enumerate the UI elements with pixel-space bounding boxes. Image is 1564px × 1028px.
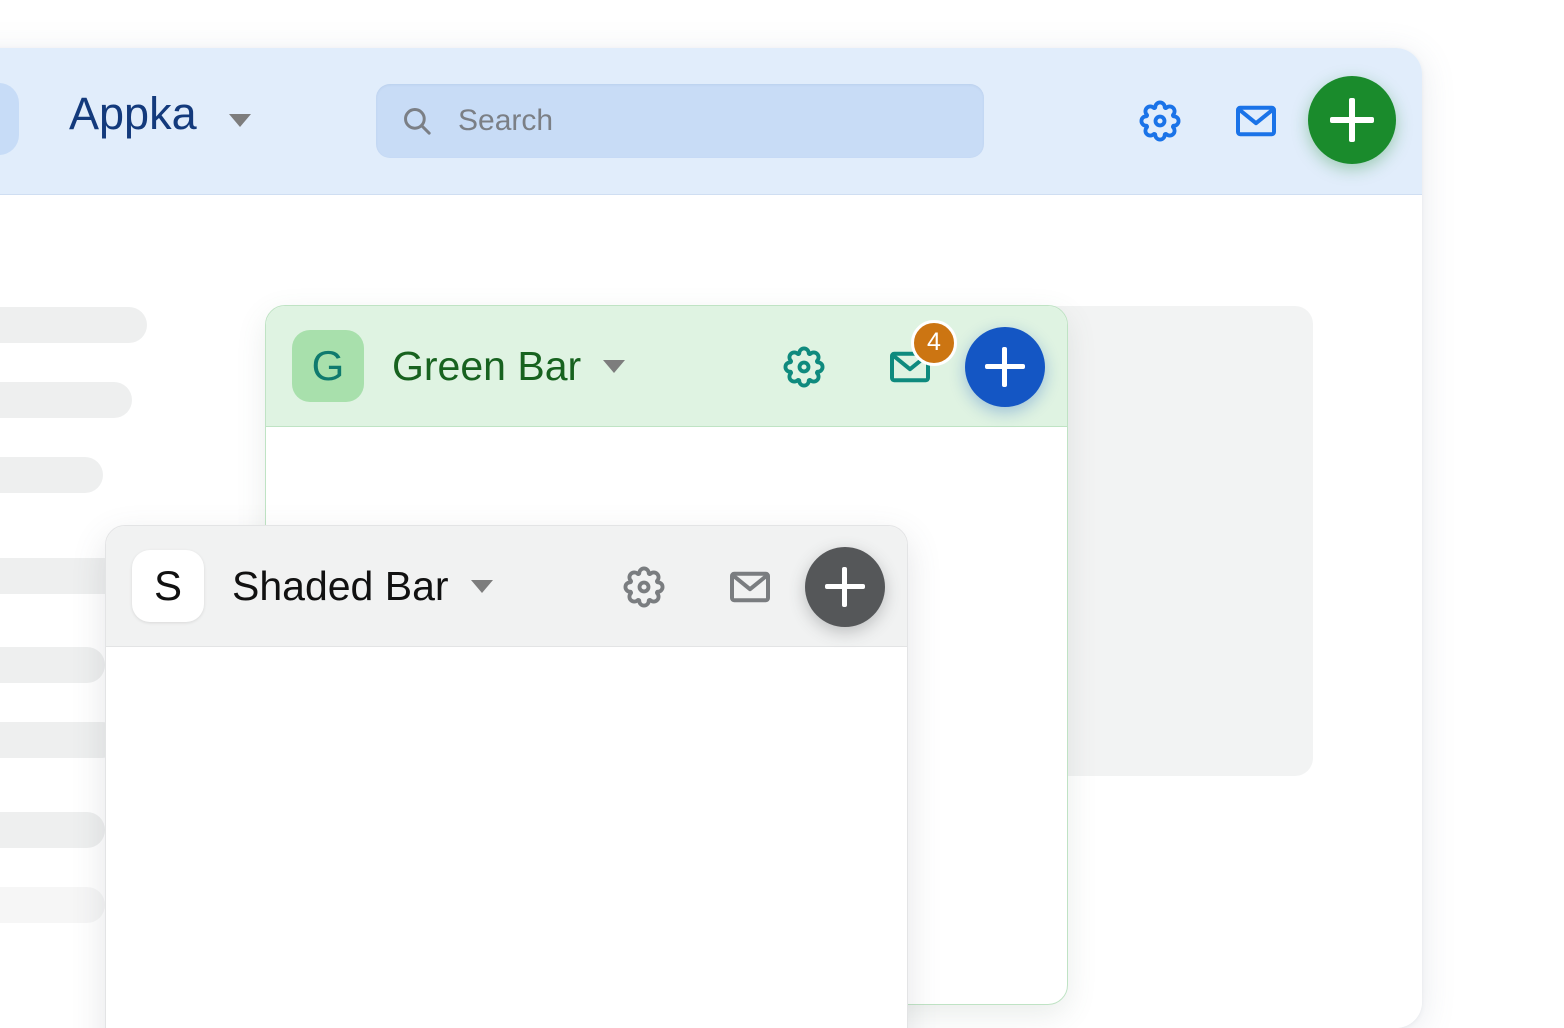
shaded-bar-settings-button[interactable]	[617, 560, 671, 614]
green-bar-avatar[interactable]: G	[292, 330, 364, 402]
envelope-icon	[1236, 105, 1276, 137]
skeleton-placeholder	[0, 812, 105, 848]
app-avatar[interactable]: A	[0, 83, 19, 155]
shaded-bar-header: S Shaded Bar	[106, 526, 907, 647]
search-icon	[404, 108, 431, 135]
panel-shaded-bar: S Shaded Bar	[105, 525, 908, 1028]
green-bar-actions: 4	[777, 306, 1045, 427]
gear-icon	[783, 346, 825, 387]
chevron-down-icon[interactable]	[229, 114, 251, 127]
settings-button[interactable]	[1132, 93, 1188, 149]
search-input[interactable]: Search	[376, 84, 984, 158]
gear-icon	[1139, 100, 1181, 142]
skeleton-placeholder	[0, 887, 105, 923]
plus-icon	[1330, 98, 1374, 142]
shaded-bar-mail-button[interactable]	[723, 560, 777, 614]
screen-root: A Appka Search	[0, 0, 1564, 1028]
green-bar-header: G Green Bar 4	[266, 306, 1067, 427]
skeleton-placeholder	[0, 457, 103, 493]
skeleton-placeholder	[0, 382, 132, 418]
plus-icon	[825, 566, 865, 607]
app-window: A Appka Search	[0, 48, 1422, 1028]
skeleton-placeholder	[0, 647, 105, 683]
green-bar-mail-button[interactable]: 4	[883, 319, 957, 394]
envelope-icon	[730, 571, 770, 602]
shaded-bar-avatar-letter: S	[153, 562, 182, 609]
green-bar-title: Green Bar	[392, 342, 582, 389]
mail-button[interactable]	[1228, 93, 1284, 149]
shaded-bar-avatar[interactable]: S	[132, 550, 204, 622]
search-placeholder: Search	[458, 104, 554, 137]
green-bar-add-button[interactable]	[965, 326, 1045, 407]
header-add-button[interactable]	[1308, 76, 1396, 164]
top-header-bar: A Appka Search	[0, 48, 1422, 195]
shaded-bar-add-button[interactable]	[805, 546, 885, 627]
green-bar-settings-button[interactable]	[777, 340, 831, 394]
chevron-down-icon[interactable]	[603, 359, 626, 373]
gear-icon	[623, 566, 665, 607]
shaded-bar-actions	[617, 526, 885, 647]
shaded-bar-title: Shaded Bar	[232, 562, 449, 609]
skeleton-placeholder	[0, 307, 147, 343]
plus-icon	[985, 346, 1025, 387]
app-title: Appka	[69, 88, 197, 139]
unread-badge: 4	[911, 319, 957, 366]
chevron-down-icon[interactable]	[470, 579, 493, 593]
app-body: G Green Bar 4 S Shaded Bar	[0, 195, 1422, 1028]
green-bar-avatar-letter: G	[311, 342, 345, 389]
skeleton-placeholder	[0, 722, 120, 758]
